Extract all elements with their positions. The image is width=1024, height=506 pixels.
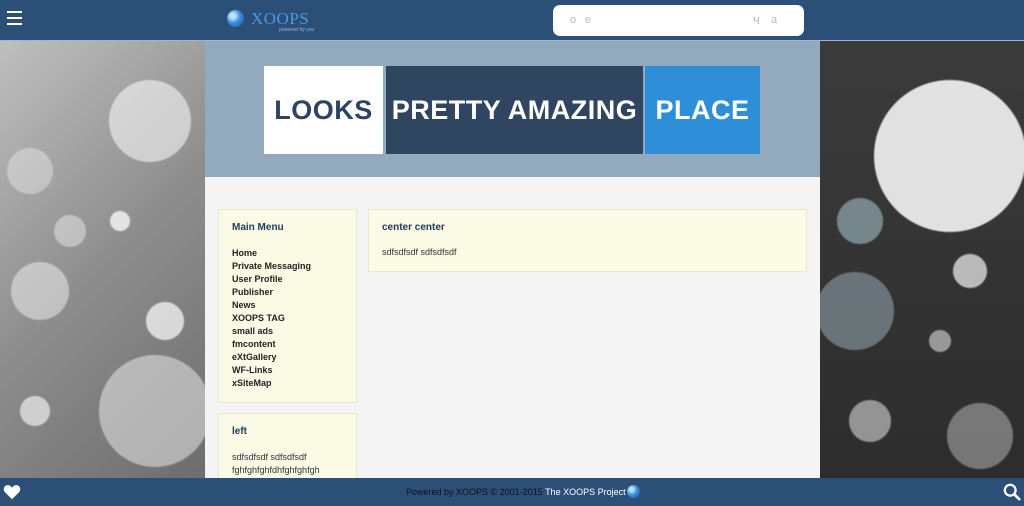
- search-glyph: ч: [753, 12, 760, 27]
- main-menu-list: Home Private Messaging User Profile Publ…: [232, 247, 311, 390]
- banner-word-pretty-amazing: PRETTY AMAZING: [386, 66, 643, 154]
- menu-item-small-ads[interactable]: small ads: [232, 325, 311, 338]
- hero-banner: LOOKS PRETTY AMAZING PLACE: [205, 41, 820, 177]
- top-navbar: XOOPS powered by you o e ч a: [0, 0, 1024, 41]
- globe-icon: [627, 485, 640, 498]
- bokeh-background-right: [820, 41, 1024, 478]
- menu-item-publisher[interactable]: Publisher: [232, 286, 311, 299]
- center-block-title: center center: [382, 222, 445, 233]
- logo-tagline: powered by you: [279, 27, 315, 33]
- bokeh-background-left: [0, 41, 205, 478]
- menu-item-xoops-tag[interactable]: XOOPS TAG: [232, 312, 311, 325]
- menu-item-private-messaging[interactable]: Private Messaging: [232, 260, 311, 273]
- left-block-text: fghfghfghfdhfghfghfgh: [232, 465, 320, 475]
- left-block-title: left: [232, 426, 247, 437]
- footer-bar: Powered by XOOPS © 2001-2015 The XOOPS P…: [0, 478, 1024, 506]
- left-block: left sdfsdfsdf sdfsdfsdf fghfghfghfdhfgh…: [218, 413, 357, 483]
- menu-item-fmcontent[interactable]: fmcontent: [232, 338, 311, 351]
- globe-icon: [227, 10, 244, 27]
- heart-icon[interactable]: [3, 484, 21, 500]
- main-menu-title: Main Menu: [232, 222, 284, 233]
- menu-item-xsitemap[interactable]: xSiteMap: [232, 377, 311, 390]
- hamburger-menu-icon[interactable]: [7, 11, 22, 25]
- footer-xoops-project-link[interactable]: The XOOPS Project: [545, 487, 626, 497]
- search-icon[interactable]: [1003, 483, 1021, 501]
- search-glyph: e: [585, 14, 592, 26]
- center-block-text: sdfsdfsdf sdfsdfsdf: [382, 247, 457, 257]
- banner-word-looks: LOOKS: [264, 66, 383, 154]
- footer-credits: Powered by XOOPS © 2001-2015 The XOOPS P…: [406, 487, 626, 497]
- search-glyph: o: [570, 14, 577, 26]
- menu-item-extgallery[interactable]: eXtGallery: [232, 351, 311, 364]
- left-block-text: sdfsdfsdf sdfsdfsdf: [232, 452, 307, 462]
- banner-word-place: PLACE: [645, 66, 760, 154]
- menu-item-wf-links[interactable]: WF-Links: [232, 364, 311, 377]
- footer-copyright: Powered by XOOPS © 2001-2015: [406, 487, 546, 497]
- site-logo[interactable]: XOOPS powered by you: [227, 8, 317, 34]
- main-menu-block: Main Menu Home Private Messaging User Pr…: [218, 209, 357, 403]
- search-glyph: a: [771, 14, 778, 26]
- center-block: center center sdfsdfsdf sdfsdfsdf: [368, 209, 807, 272]
- menu-item-home[interactable]: Home: [232, 247, 311, 260]
- menu-item-news[interactable]: News: [232, 299, 311, 312]
- logo-text: XOOPS: [251, 9, 310, 28]
- search-input[interactable]: o e ч a: [553, 5, 804, 36]
- content-column: LOOKS PRETTY AMAZING PLACE Main Menu Hom…: [205, 41, 820, 483]
- menu-item-user-profile[interactable]: User Profile: [232, 273, 311, 286]
